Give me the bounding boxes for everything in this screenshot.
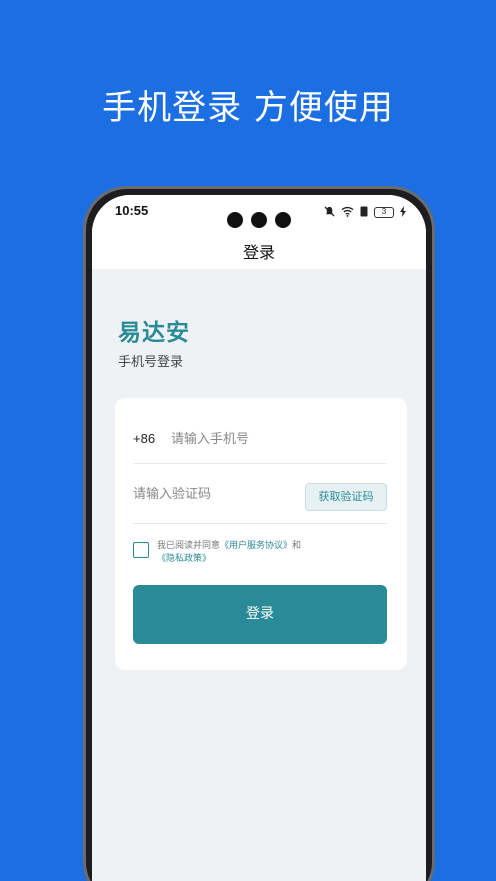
code-row: 获取验证码 [133,464,387,524]
agreement-checkbox[interactable] [133,542,149,558]
agreement-prefix: 我已阅读并同意 [157,541,221,551]
agreement-text: 我已阅读并同意《用户服务协议》和《隐私政策》 [157,540,387,566]
mute-icon [324,206,335,219]
login-subtitle: 手机号登录 [118,355,184,370]
camera-dot [227,212,243,228]
phone-row: +86 [133,415,387,464]
sim-icon [360,206,368,219]
wifi-icon [341,206,354,219]
camera-cutout [227,212,291,228]
top-bar: 10:55 3 登录 [92,195,426,269]
page-title: 登录 [242,243,275,262]
login-card: +86 获取验证码 我已阅读并同意《用户服务协议》和《隐私政策》 登录 [115,398,407,670]
terms-link[interactable]: 《用户服务协议》 [220,541,292,551]
phone-frame: 10:55 3 登录 易达安 手机号登录 +86 请输入手机号 请输入验证码 获… [83,186,435,881]
verification-code-input[interactable] [133,482,293,506]
charging-icon [400,206,406,219]
camera-dot [251,212,267,228]
camera-dot [275,212,291,228]
promo-headline: 手机登录 方便使用 [102,88,394,128]
login-button[interactable]: 登录 [133,585,387,644]
privacy-link[interactable]: 《隐私政策》 [157,554,211,564]
brand-name: 易达安 [118,320,190,346]
battery-icon: 3 [374,207,394,218]
status-time: 10:55 [115,203,149,218]
country-code[interactable]: +86 [133,431,155,446]
agreement-and: 和 [292,541,302,551]
phone-input[interactable] [171,427,371,451]
status-icons: 3 [324,206,406,219]
get-code-button[interactable]: 获取验证码 [305,483,387,511]
app-screen: 10:55 3 登录 易达安 手机号登录 +86 请输入手机号 请输入验证码 获… [92,195,426,881]
